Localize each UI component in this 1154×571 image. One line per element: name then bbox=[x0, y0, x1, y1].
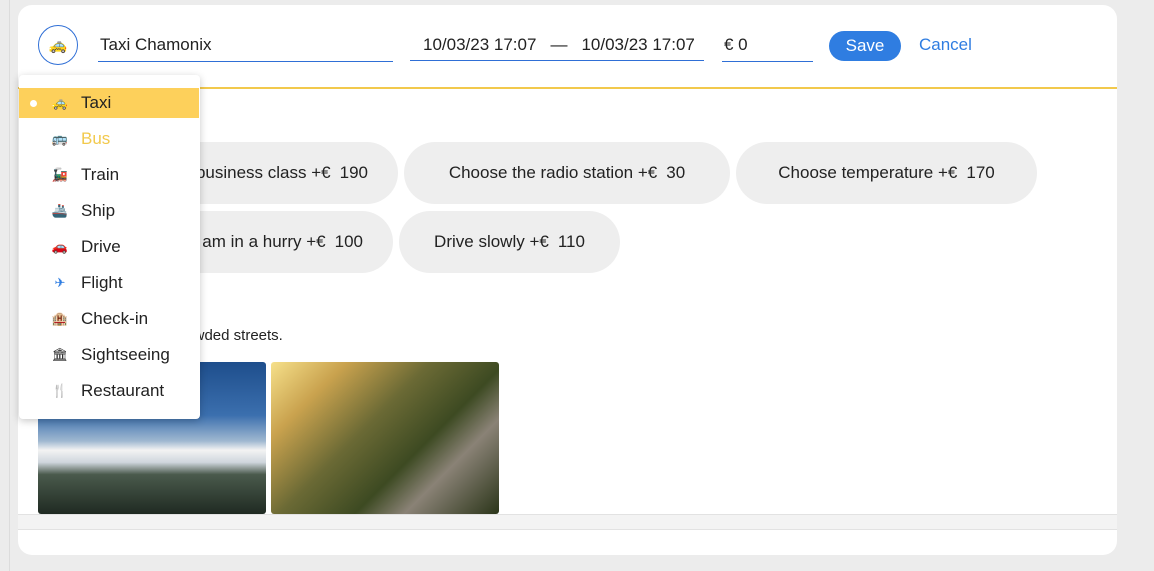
option-price: 170 bbox=[966, 163, 995, 182]
category-dropdown-menu: 🚕 Taxi 🚌 Bus 🚂 Train 🚢 Ship 🚗 Drive ✈ Fl… bbox=[19, 75, 200, 419]
airplane-icon: ✈ bbox=[54, 275, 66, 290]
date-range-input[interactable]: 10/03/23 17:07 — 10/03/23 17:07 bbox=[410, 33, 704, 61]
menu-item-flight[interactable]: ✈ Flight bbox=[19, 268, 200, 298]
option-chip[interactable]: Choose temperature +€ 170 bbox=[736, 142, 1037, 204]
option-label: I am in a hurry +€ bbox=[192, 232, 326, 251]
menu-item-label: Restaurant bbox=[81, 381, 165, 400]
title-input[interactable]: Taxi Chamonix bbox=[98, 33, 393, 62]
option-label: Drive slowly +€ bbox=[434, 232, 549, 251]
menu-item-drive[interactable]: 🚗 Drive bbox=[19, 232, 200, 262]
ship-icon: 🚢 bbox=[51, 203, 69, 218]
menu-item-restaurant[interactable]: 🍴 Restaurant bbox=[19, 376, 200, 406]
option-price: 100 bbox=[334, 232, 363, 251]
menu-item-label: Drive bbox=[81, 237, 121, 256]
card-footer-bar bbox=[18, 514, 1117, 530]
menu-item-train[interactable]: 🚂 Train bbox=[19, 160, 200, 190]
date-separator: — bbox=[550, 35, 568, 54]
menu-item-check-in[interactable]: 🏨 Check-in bbox=[19, 304, 200, 334]
car-icon: 🚗 bbox=[51, 239, 69, 254]
menu-item-label: Flight bbox=[81, 273, 123, 292]
cancel-button[interactable]: Cancel bbox=[919, 35, 972, 55]
menu-item-ship[interactable]: 🚢 Ship bbox=[19, 196, 200, 226]
museum-icon: 🏛 bbox=[51, 347, 69, 362]
selected-bullet-icon bbox=[30, 100, 37, 107]
menu-item-sightseeing[interactable]: 🏛 Sightseeing bbox=[19, 340, 200, 370]
menu-item-bus[interactable]: 🚌 Bus bbox=[19, 124, 200, 154]
photo-thumbnail[interactable] bbox=[271, 362, 499, 514]
hotel-icon: 🏨 bbox=[51, 311, 69, 326]
bus-icon: 🚌 bbox=[51, 131, 69, 146]
option-chip[interactable]: Drive slowly +€ 110 bbox=[399, 211, 620, 273]
start-datetime[interactable]: 10/03/23 17:07 bbox=[423, 33, 536, 60]
category-picker-button[interactable]: 🚕 bbox=[38, 25, 78, 65]
option-price: 30 bbox=[666, 163, 686, 182]
taxi-icon: 🚕 bbox=[48, 37, 68, 54]
train-icon: 🚂 bbox=[51, 167, 69, 182]
save-button[interactable]: Save bbox=[829, 31, 901, 61]
option-label: Choose the radio station +€ bbox=[448, 163, 658, 182]
menu-item-taxi[interactable]: 🚕 Taxi bbox=[19, 88, 199, 118]
option-chip[interactable]: Choose the radio station +€ 30 bbox=[404, 142, 730, 204]
option-label: Choose temperature +€ bbox=[778, 163, 958, 182]
menu-item-label: Bus bbox=[81, 129, 111, 148]
option-price: 190 bbox=[339, 163, 368, 182]
menu-item-label: Sightseeing bbox=[81, 345, 170, 364]
menu-item-label: Ship bbox=[81, 201, 116, 220]
side-panel-edge bbox=[0, 0, 18, 571]
taxi-icon: 🚕 bbox=[51, 95, 69, 110]
menu-item-label: Train bbox=[81, 165, 120, 184]
fork-knife-icon: 🍴 bbox=[51, 383, 69, 398]
price-input[interactable]: € 0 bbox=[722, 33, 813, 62]
menu-item-label: Taxi bbox=[81, 93, 112, 112]
end-datetime[interactable]: 10/03/23 17:07 bbox=[581, 33, 694, 60]
option-price: 110 bbox=[557, 232, 585, 251]
menu-item-label: Check-in bbox=[81, 309, 149, 328]
